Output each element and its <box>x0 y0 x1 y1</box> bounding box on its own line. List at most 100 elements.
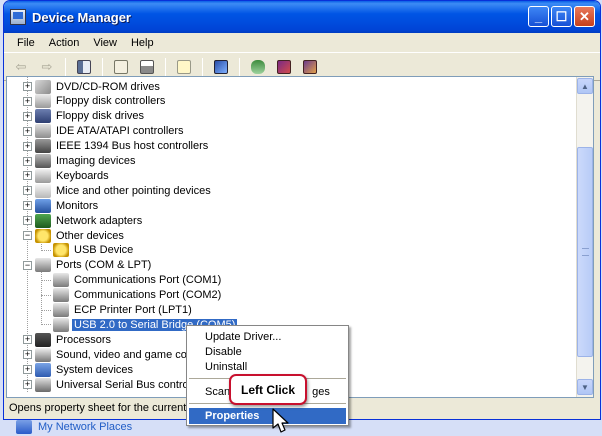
my-network-places-shortcut[interactable]: My Network Places <box>16 418 132 436</box>
unknown-device-icon <box>35 228 51 243</box>
maximize-button[interactable]: ☐ <box>551 6 572 27</box>
tree-item-label: Mice and other pointing devices <box>56 184 211 197</box>
tree-category[interactable]: Monitors <box>35 198 100 213</box>
menu-action[interactable]: Action <box>42 37 87 49</box>
expand-icon[interactable]: + <box>23 171 32 181</box>
tree-category[interactable]: Keyboards <box>35 168 111 183</box>
disable-icon[interactable] <box>299 56 321 78</box>
expand-icon[interactable]: + <box>23 82 32 91</box>
network-card-icon <box>35 213 51 228</box>
menu-bar: File Action View Help <box>4 33 600 53</box>
scroll-thumb[interactable] <box>577 147 593 357</box>
menu-scan-label: Scan <box>205 386 231 398</box>
forward-arrow-icon[interactable]: ⇨ <box>36 56 58 78</box>
collapse-icon[interactable]: − <box>23 260 32 270</box>
dvd-drive-icon <box>35 79 51 94</box>
expand-icon[interactable]: + <box>23 216 32 226</box>
floppy-controller-icon <box>35 94 51 109</box>
tree-item-label: Other devices <box>56 229 124 242</box>
help-icon[interactable] <box>173 56 195 78</box>
tree-item-label: Processors <box>56 333 112 346</box>
tree-device[interactable]: ECP Printer Port (LPT1) <box>53 303 194 318</box>
tree-item-label: Network adapters <box>56 214 143 227</box>
tree-category[interactable]: Network adapters <box>35 213 144 228</box>
mouse-icon <box>35 183 51 198</box>
update-driver-icon[interactable] <box>247 56 269 78</box>
tree-device[interactable]: Communications Port (COM2) <box>53 288 223 303</box>
scroll-down-icon[interactable]: ▼ <box>577 379 593 395</box>
expand-icon[interactable]: + <box>23 141 32 151</box>
back-arrow-icon[interactable]: ⇦ <box>10 56 32 78</box>
menu-scan-label-tail: ges <box>312 386 330 398</box>
tree-category[interactable]: DVD/CD-ROM drives <box>35 79 162 94</box>
ide-controller-icon <box>35 124 51 139</box>
tree-category[interactable]: Mice and other pointing devices <box>35 183 213 198</box>
menu-view[interactable]: View <box>86 37 124 49</box>
tree-device[interactable]: USB Device <box>53 243 135 258</box>
collapse-icon[interactable]: − <box>23 231 32 240</box>
menu-help[interactable]: Help <box>124 37 161 49</box>
expand-icon[interactable]: + <box>23 126 32 136</box>
tree-category[interactable]: Processors <box>35 332 113 347</box>
tree-category[interactable]: Universal Serial Bus controll <box>35 377 196 392</box>
menu-file[interactable]: File <box>10 37 42 49</box>
port-icon <box>53 317 69 332</box>
tree-item-label: IDE ATA/ATAPI controllers <box>56 125 184 138</box>
console-tree-icon[interactable] <box>73 56 95 78</box>
tree-item-label: USB Device <box>74 244 134 257</box>
expand-icon[interactable]: + <box>23 96 32 106</box>
processor-icon <box>35 332 51 347</box>
tree-category[interactable]: IDE ATA/ATAPI controllers <box>35 124 186 139</box>
menu-disable[interactable]: Disable <box>189 344 346 360</box>
expand-icon[interactable]: + <box>23 156 32 166</box>
my-network-places-label: My Network Places <box>38 421 133 433</box>
tree-category[interactable]: Imaging devices <box>35 154 138 169</box>
firewire-icon <box>35 139 51 154</box>
tree-category[interactable]: System devices <box>35 362 135 377</box>
expand-icon[interactable]: + <box>23 201 32 211</box>
tree-category[interactable]: Sound, video and game cor <box>35 347 193 362</box>
tree-item-label: Sound, video and game cor <box>56 348 191 361</box>
tree-category[interactable]: Ports (COM & LPT) <box>35 258 153 273</box>
floppy-drive-icon <box>35 109 51 124</box>
port-icon <box>35 258 51 273</box>
expand-icon[interactable]: + <box>23 365 32 375</box>
title-bar[interactable]: Device Manager _ ☐ ✕ <box>4 1 600 33</box>
tree-item-label: Monitors <box>56 199 99 212</box>
expand-icon[interactable]: + <box>23 350 32 360</box>
scroll-up-icon[interactable]: ▲ <box>577 78 593 94</box>
menu-uninstall[interactable]: Uninstall <box>189 359 346 375</box>
tree-category[interactable]: IEEE 1394 Bus host controllers <box>35 139 210 154</box>
usb-icon <box>35 377 51 392</box>
properties-icon[interactable] <box>110 56 132 78</box>
tree-item-label: Communications Port (COM1) <box>74 274 222 287</box>
uninstall-icon[interactable] <box>273 56 295 78</box>
monitor-icon <box>35 198 51 213</box>
menu-properties[interactable]: Properties <box>189 408 346 424</box>
tree-device[interactable]: Communications Port (COM1) <box>53 273 223 288</box>
tree-category[interactable]: Other devices <box>35 228 126 243</box>
scan-hardware-icon[interactable] <box>210 56 232 78</box>
left-click-callout: Left Click <box>229 374 307 405</box>
expand-icon[interactable]: + <box>23 335 32 345</box>
minimize-button[interactable]: _ <box>528 6 549 27</box>
tree-item-label: System devices <box>56 363 134 376</box>
status-text: Opens property sheet for the current se <box>9 402 201 414</box>
tree-category[interactable]: Floppy disk controllers <box>35 94 167 109</box>
tree-item-label: Floppy disk drives <box>56 110 145 123</box>
tree-category[interactable]: Floppy disk drives <box>35 109 146 124</box>
expand-icon[interactable]: + <box>23 111 32 121</box>
tree-item-label: IEEE 1394 Bus host controllers <box>56 140 209 153</box>
network-places-icon <box>16 420 32 434</box>
tree-item-label: Imaging devices <box>56 155 136 167</box>
menu-update-driver[interactable]: Update Driver... <box>189 329 346 345</box>
expand-icon[interactable]: + <box>23 186 32 196</box>
tree-item-label: Universal Serial Bus controll <box>56 378 194 391</box>
expand-icon[interactable]: + <box>23 380 32 389</box>
port-icon <box>53 303 69 317</box>
vertical-scrollbar[interactable]: ▲ ▼ <box>576 77 593 397</box>
tree-item-label: Keyboards <box>56 169 109 182</box>
device-manager-icon <box>10 9 26 25</box>
print-icon[interactable] <box>136 56 158 78</box>
close-button[interactable]: ✕ <box>574 6 595 27</box>
